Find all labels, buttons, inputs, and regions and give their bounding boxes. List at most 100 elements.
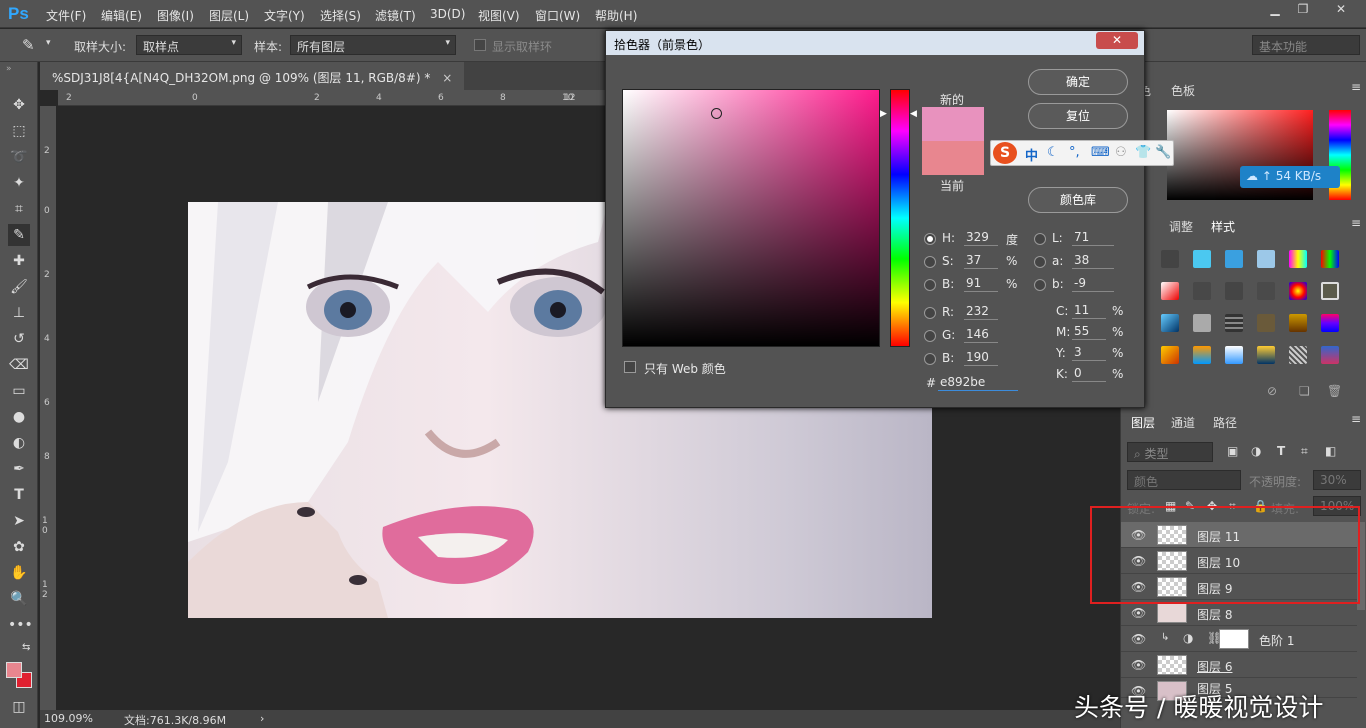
ime-mode[interactable]: 中 [1025,145,1038,164]
r-input[interactable]: 232 [964,304,998,320]
style-swatch[interactable] [1193,346,1211,364]
eyedropper-tool-icon[interactable]: ✎ [8,224,30,246]
hue-slider-left-arrow-icon[interactable]: ▶ [880,109,887,119]
radio-a[interactable] [1034,256,1046,268]
pen-tool-icon[interactable]: ✒ [8,458,30,480]
style-swatch[interactable] [1161,282,1179,300]
s-input[interactable]: 37 [964,253,998,269]
menu-edit[interactable]: 编辑(E) [101,7,142,24]
style-swatch[interactable] [1225,282,1243,300]
menu-image[interactable]: 图像(I) [157,7,194,24]
style-swatch[interactable] [1289,250,1307,268]
style-swatch[interactable] [1257,346,1275,364]
web-only-checkbox[interactable] [624,361,636,373]
radio-b[interactable] [924,279,936,291]
menu-select[interactable]: 选择(S) [320,7,361,24]
shape-tool-icon[interactable]: ✿ [8,536,30,558]
style-swatch[interactable] [1193,314,1211,332]
new-style-icon[interactable]: ❏ [1299,384,1310,398]
a-input[interactable]: 38 [1072,253,1114,269]
hue-strip[interactable] [890,89,910,347]
l-input[interactable]: 71 [1072,230,1114,246]
layer-name[interactable]: 图层 6 [1197,658,1232,675]
quick-mask-icon[interactable]: ◫ [8,696,30,718]
panel-menu-icon[interactable]: ≡ [1351,216,1361,230]
style-swatch[interactable] [1225,250,1243,268]
radio-lab-b[interactable] [1034,279,1046,291]
magic-wand-tool-icon[interactable]: ✦ [8,172,30,194]
layer-name[interactable]: 色阶 1 [1259,632,1294,649]
close-window-icon[interactable]: ✕ [1328,2,1354,20]
more-tools-icon[interactable]: ••• [8,614,33,636]
b-channel-input[interactable]: 190 [964,350,998,366]
radio-s[interactable] [924,256,936,268]
dialog-close-button[interactable]: ✕ [1096,32,1138,49]
style-swatch[interactable] [1161,250,1179,268]
path-select-tool-icon[interactable]: ➤ [8,510,30,532]
panel-menu-icon[interactable]: ≡ [1351,412,1361,426]
style-swatch[interactable] [1321,314,1339,332]
dialog-title[interactable]: 拾色器（前景色） [606,31,1144,55]
blur-tool-icon[interactable]: ● [8,406,30,428]
style-swatch[interactable] [1225,346,1243,364]
filter-smart-icon[interactable]: ◧ [1325,444,1336,458]
menu-help[interactable]: 帮助(H) [595,7,637,24]
sample-select[interactable]: 所有图层 ▾ [290,35,456,55]
skin-icon[interactable]: 👕 [1135,145,1151,160]
style-swatch[interactable] [1257,282,1275,300]
c-input[interactable]: 11 [1072,303,1106,319]
wrench-icon[interactable]: 🔧 [1155,145,1171,160]
workspace-select[interactable]: 基本功能 [1252,35,1360,55]
eraser-tool-icon[interactable]: ⌫ [8,354,30,376]
layer-kind-filter[interactable]: ⌕ 类型 [1127,442,1213,462]
keyboard-icon[interactable]: ⌨ [1091,145,1110,160]
radio-l[interactable] [1034,233,1046,245]
menu-window[interactable]: 窗口(W) [535,7,580,24]
foreground-color-swatch[interactable] [6,662,22,678]
chevron-down-icon[interactable]: ▾ [46,38,51,48]
tab-paths[interactable]: 路径 [1213,414,1237,431]
visibility-eye-icon[interactable]: 👁 [1131,632,1146,646]
delete-style-icon[interactable]: 🗑 [1327,384,1342,398]
style-swatch[interactable] [1321,346,1339,364]
filter-type-icon[interactable]: T [1277,444,1285,458]
chevron-right-icon[interactable]: › [260,712,264,725]
style-swatch[interactable] [1289,346,1307,364]
ime-logo-icon[interactable]: S [993,142,1017,164]
layer-name[interactable]: 图层 8 [1197,606,1232,623]
clear-style-icon[interactable]: ⊘ [1267,384,1277,398]
style-swatch[interactable] [1289,282,1307,300]
filter-pixel-icon[interactable]: ▣ [1227,444,1238,458]
hand-tool-icon[interactable]: ✋ [8,562,30,584]
style-swatch[interactable] [1289,314,1307,332]
y-input[interactable]: 3 [1072,345,1106,361]
marquee-tool-icon[interactable]: ⬚ [8,120,30,142]
menu-3d[interactable]: 3D(D) [430,7,465,21]
collapse-icon[interactable]: » [6,64,12,74]
style-swatch[interactable] [1193,282,1211,300]
tab-styles[interactable]: 样式 [1211,218,1235,235]
document-tab[interactable]: %SDJ31J8[4{A[N4Q_DH32OM.png @ 109% (图层 1… [40,62,465,90]
style-swatch[interactable] [1161,346,1179,364]
style-swatch[interactable] [1257,250,1275,268]
layer-row[interactable]: 👁 ↳ ◑ ⛓ 色阶 1 [1121,626,1357,652]
menu-layer[interactable]: 图层(L) [209,7,249,24]
radio-h[interactable] [924,233,936,245]
brush-tool-icon[interactable]: 🖌 [8,276,30,298]
m-input[interactable]: 55 [1072,324,1106,340]
stamp-tool-icon[interactable]: ⊥ [8,302,30,324]
ok-button[interactable]: 确定 [1028,69,1128,95]
visibility-eye-icon[interactable]: 👁 [1131,606,1146,620]
eyedropper-icon[interactable]: ✎ [22,36,35,54]
reset-button[interactable]: 复位 [1028,103,1128,129]
move-tool-icon[interactable]: ✥ [8,94,30,116]
tab-adjustments[interactable]: 调整 [1169,218,1193,235]
opacity-input[interactable]: 30% [1313,470,1361,490]
restore-icon[interactable]: ❐ [1290,2,1316,20]
sample-size-select[interactable]: 取样点 ▾ [136,35,242,55]
g-input[interactable]: 146 [964,327,998,343]
filter-adjustment-icon[interactable]: ◑ [1251,444,1261,458]
dodge-tool-icon[interactable]: ◐ [8,432,30,454]
close-tab-icon[interactable]: × [442,71,452,85]
moon-icon[interactable]: ☾ [1047,145,1059,160]
